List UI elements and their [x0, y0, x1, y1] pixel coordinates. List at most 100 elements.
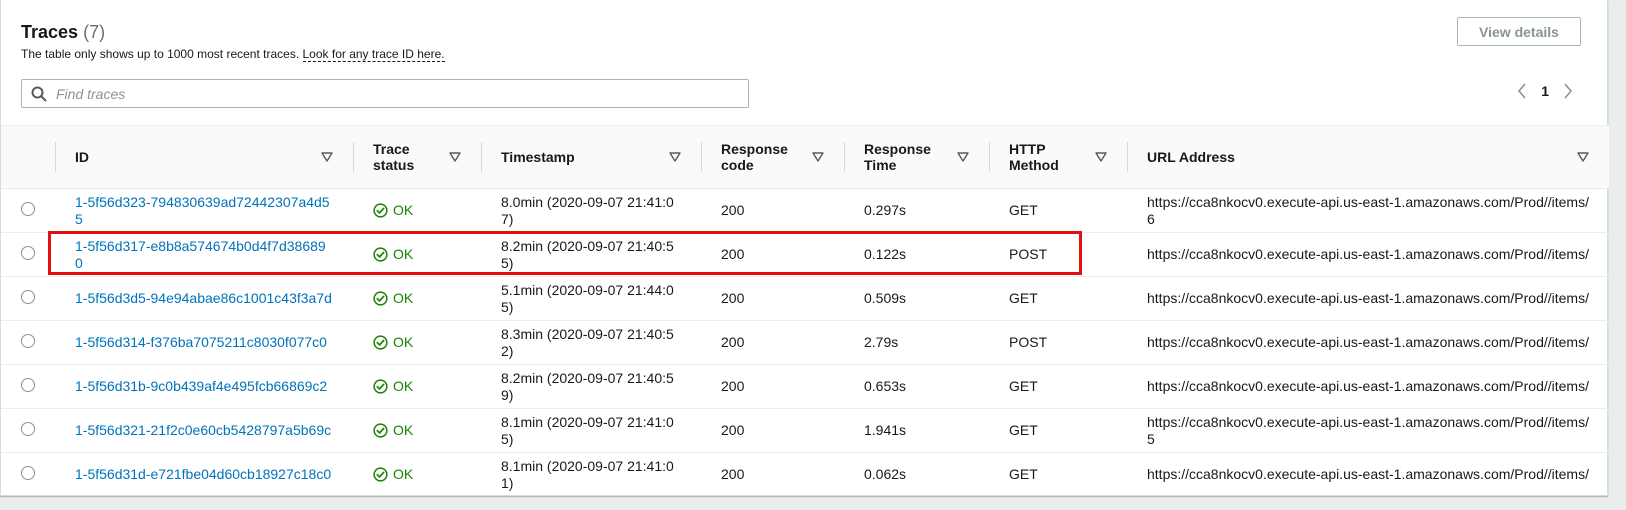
- status-badge: OK: [373, 422, 461, 439]
- url-address-cell: https://cca8nkocv0.execute-api.us-east-1…: [1127, 408, 1609, 453]
- sort-icon[interactable]: [321, 152, 333, 162]
- status-badge: OK: [373, 202, 461, 219]
- timestamp-cell: 8.0min (2020-09-07 21:41:07): [481, 188, 701, 233]
- sort-icon[interactable]: [669, 152, 681, 162]
- sort-icon[interactable]: [957, 152, 969, 162]
- row-radio-button[interactable]: [21, 333, 35, 348]
- timestamp-cell: 8.1min (2020-09-07 21:41:05): [481, 408, 701, 453]
- trace-id-link[interactable]: 1-5f56d31b-9c0b439af4e495fcb66869c2: [75, 378, 327, 394]
- column-header-response-code[interactable]: Response code: [701, 125, 844, 189]
- status-text: OK: [393, 246, 414, 262]
- trace-count: (7): [83, 22, 106, 42]
- column-header-url-address[interactable]: URL Address: [1127, 125, 1609, 189]
- trace-id-lookup-link[interactable]: Look for any trace ID here.: [302, 47, 445, 62]
- trace-status-cell: OK: [353, 276, 481, 321]
- previous-page-button[interactable]: [1517, 83, 1527, 99]
- column-label: URL Address: [1147, 149, 1235, 165]
- trace-id-cell: 1-5f56d317-e8b8a574674b0d4f7d386890: [55, 232, 353, 277]
- response-code-cell: 200: [721, 466, 745, 483]
- row-radio-button[interactable]: [21, 377, 35, 392]
- column-header-response-time[interactable]: Response Time: [844, 125, 989, 189]
- chevron-right-icon: [1564, 83, 1573, 99]
- sort-icon[interactable]: [449, 152, 461, 162]
- url-address-cell: https://cca8nkocv0.execute-api.us-east-1…: [1127, 320, 1609, 365]
- column-label: Response Time: [864, 141, 931, 173]
- row-select-cell: [1, 276, 55, 321]
- row-radio-button[interactable]: [21, 289, 35, 304]
- row-select-cell: [1, 320, 55, 365]
- table-row[interactable]: 1-5f56d317-e8b8a574674b0d4f7d386890 OK 8.2…: [1, 232, 1609, 277]
- column-label: ID: [75, 149, 89, 165]
- trace-status-cell: OK: [353, 320, 481, 365]
- response-code-cell: 200: [701, 276, 844, 321]
- row-radio-button[interactable]: [21, 421, 35, 436]
- status-badge: OK: [373, 334, 461, 351]
- row-select-cell: [1, 364, 55, 409]
- table-row[interactable]: 1-5f56d323-794830639ad72442307a4d55 OK 8.0…: [1, 188, 1609, 233]
- trace-id-link[interactable]: 1-5f56d3d5-94e94abae86c1001c43f3a7d: [75, 290, 332, 306]
- search-input[interactable]: [56, 80, 748, 107]
- description: The table only shows up to 1000 most rec…: [21, 47, 445, 62]
- search-box[interactable]: [21, 79, 749, 108]
- status-badge: OK: [373, 246, 461, 263]
- sort-icon[interactable]: [1577, 152, 1589, 162]
- url-address-cell: https://cca8nkocv0.execute-api.us-east-1…: [1147, 466, 1589, 483]
- trace-id-cell: 1-5f56d31b-9c0b439af4e495fcb66869c2: [55, 364, 353, 409]
- view-details-button[interactable]: View details: [1457, 17, 1581, 46]
- column-label: Trace status: [373, 141, 415, 173]
- trace-id-link[interactable]: 1-5f56d317-e8b8a574674b0d4f7d386890: [75, 238, 326, 271]
- timestamp-cell: 8.3min (2020-09-07 21:40:52): [481, 320, 701, 365]
- table-row[interactable]: 1-5f56d314-f376ba7075211c8030f077c0 OK 8.3…: [1, 320, 1609, 365]
- traces-table-wrapper: ID Trace status Timestamp Response code …: [1, 125, 1609, 497]
- response-time-cell: 0.122s: [844, 232, 989, 277]
- url-address-cell: https://cca8nkocv0.execute-api.us-east-1…: [1127, 276, 1609, 321]
- table-row[interactable]: 1-5f56d321-21f2c0e60cb5428797a5b69c OK 8.1…: [1, 408, 1609, 453]
- status-text: OK: [393, 466, 414, 483]
- timestamp-cell: 5.1min (2020-09-07 21:44:05): [481, 276, 701, 321]
- row-radio-button[interactable]: [21, 245, 35, 260]
- check-circle-icon: [373, 291, 388, 306]
- response-time-cell: 0.509s: [844, 276, 989, 321]
- response-code-cell: 200: [701, 408, 844, 453]
- trace-id-link[interactable]: 1-5f56d321-21f2c0e60cb5428797a5b69c: [75, 422, 331, 438]
- traces-table: ID Trace status Timestamp Response code …: [1, 125, 1609, 497]
- column-label: Response code: [721, 141, 788, 173]
- table-row[interactable]: 1-5f56d31b-9c0b439af4e495fcb66869c2 OK 8.2…: [1, 364, 1609, 409]
- trace-id-cell: 1-5f56d3d5-94e94abae86c1001c43f3a7d: [55, 276, 353, 321]
- sort-icon[interactable]: [812, 152, 824, 162]
- trace-id-link[interactable]: 1-5f56d31d-e721fbe04d60cb18927c18c0: [75, 466, 331, 482]
- url-address-cell: https://cca8nkocv0.execute-api.us-east-1…: [1127, 232, 1609, 277]
- status-badge: OK: [373, 378, 461, 395]
- table-row[interactable]: 1-5f56d31d-e721fbe04d60cb18927c18c0 OK 8.1…: [1, 453, 1609, 497]
- trace-status-cell: OK: [353, 188, 481, 233]
- column-header-id[interactable]: ID: [55, 125, 353, 189]
- column-label: Timestamp: [501, 149, 575, 165]
- trace-id-link[interactable]: 1-5f56d314-f376ba7075211c8030f077c0: [75, 334, 327, 350]
- chevron-left-icon: [1518, 83, 1526, 99]
- response-time-cell: 0.297s: [844, 188, 989, 233]
- trace-id-link[interactable]: 1-5f56d323-794830639ad72442307a4d55: [75, 194, 330, 227]
- status-text: OK: [393, 290, 414, 306]
- status-text: OK: [393, 378, 414, 394]
- page-title: Traces (7): [21, 22, 445, 43]
- sort-icon[interactable]: [1095, 152, 1107, 162]
- column-header-trace-status[interactable]: Trace status: [353, 125, 481, 189]
- status-text: OK: [393, 422, 414, 438]
- status-badge: OK: [373, 290, 461, 307]
- current-page[interactable]: 1: [1541, 83, 1549, 99]
- column-header-http-method[interactable]: HTTP Method: [989, 125, 1127, 189]
- next-page-button[interactable]: [1563, 83, 1573, 99]
- column-label: HTTP Method: [1009, 141, 1059, 173]
- response-time-cell: 1.941s: [844, 408, 989, 453]
- description-text: The table only shows up to 1000 most rec…: [21, 47, 300, 61]
- table-row[interactable]: 1-5f56d3d5-94e94abae86c1001c43f3a7d OK 5.1…: [1, 276, 1609, 321]
- pagination: 1: [1517, 83, 1573, 99]
- check-circle-icon: [373, 203, 388, 218]
- response-code-cell: 200: [701, 188, 844, 233]
- column-header-timestamp[interactable]: Timestamp: [481, 125, 701, 189]
- trace-id-cell: 1-5f56d323-794830639ad72442307a4d55: [55, 188, 353, 233]
- row-radio-button[interactable]: [21, 465, 35, 480]
- http-method-cell: GET: [989, 188, 1127, 233]
- row-radio-button[interactable]: [21, 201, 35, 216]
- trace-id-cell: 1-5f56d321-21f2c0e60cb5428797a5b69c: [55, 408, 353, 453]
